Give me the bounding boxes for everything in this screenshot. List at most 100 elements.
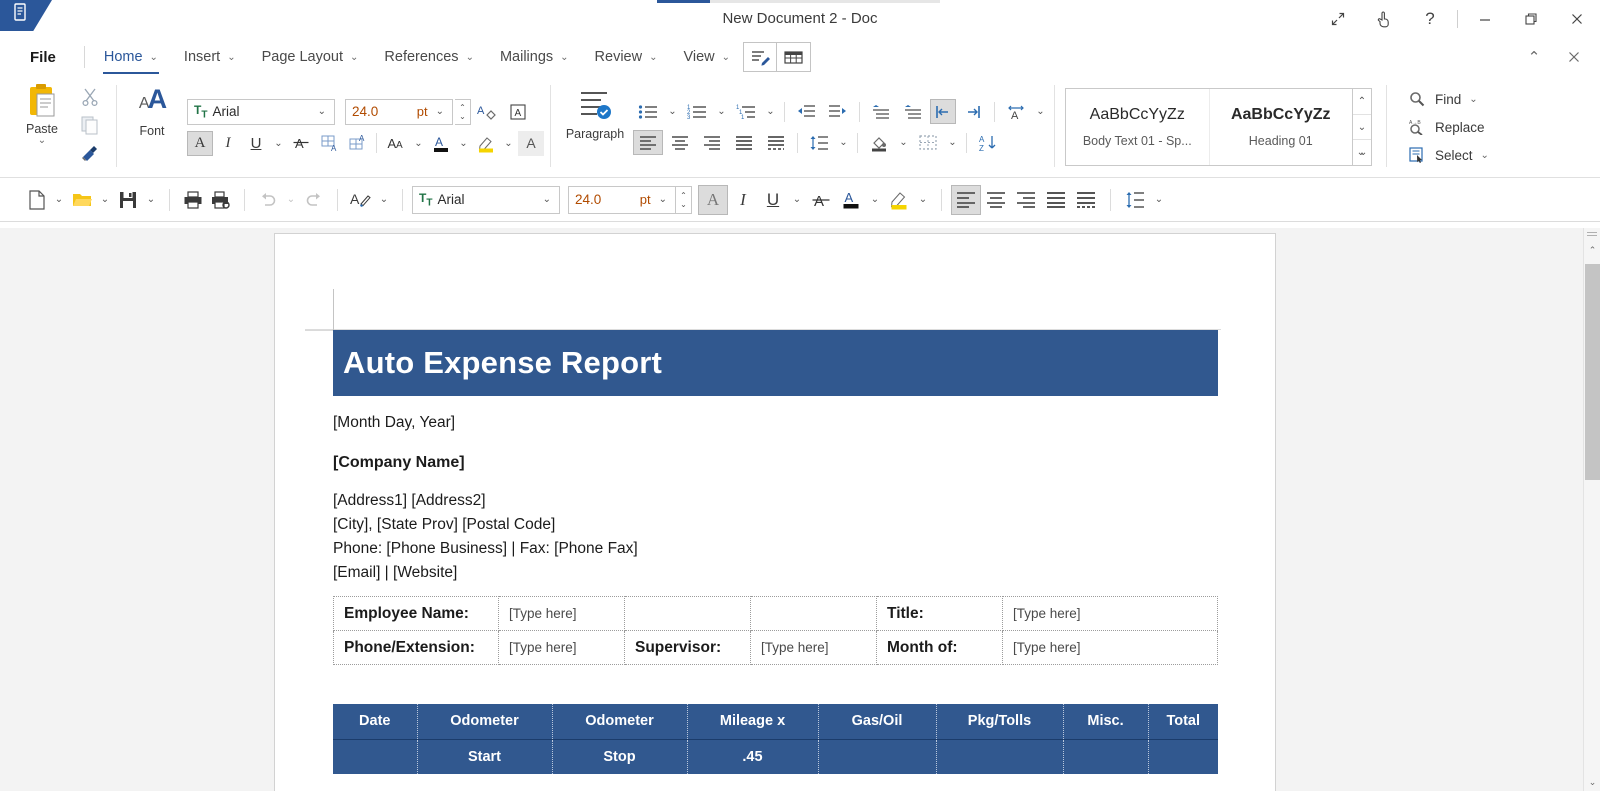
document-canvas[interactable]: Auto Expense Report [Month Day, Year] [C… bbox=[0, 228, 1600, 791]
redo-icon[interactable] bbox=[300, 186, 328, 214]
toolbar-highlight-icon[interactable] bbox=[884, 186, 914, 214]
scroll-up-arrow[interactable]: ⌃ bbox=[1584, 242, 1600, 259]
document-title-band[interactable]: Auto Expense Report bbox=[333, 330, 1218, 396]
table-row[interactable]: Employee Name: [Type here] Title: [Type … bbox=[333, 596, 1218, 631]
superscript-button[interactable]: A bbox=[344, 131, 370, 156]
chevron-down-icon[interactable]: ⌄ bbox=[432, 106, 448, 117]
tab-mailings[interactable]: Mailings ⌄ bbox=[487, 37, 582, 77]
styles-scroll-down-icon[interactable]: ⌄ bbox=[1353, 115, 1371, 141]
toolbar-align-right-button[interactable] bbox=[1011, 186, 1041, 214]
touch-mode-icon[interactable] bbox=[1361, 0, 1407, 37]
chevron-down-icon[interactable]: ⌄ bbox=[142, 186, 160, 214]
bullet-list-icon[interactable] bbox=[633, 99, 663, 124]
sort-icon[interactable]: AZ bbox=[973, 130, 1003, 155]
document-date-placeholder[interactable]: [Month Day, Year] bbox=[333, 414, 455, 432]
print-preview-icon[interactable] bbox=[207, 186, 235, 214]
undo-icon[interactable] bbox=[254, 186, 282, 214]
title-value[interactable]: [Type here] bbox=[1002, 596, 1218, 631]
font-size-combo[interactable]: 24.0 pt ⌄ bbox=[345, 98, 453, 125]
format-painter-toolbar-icon[interactable]: A bbox=[347, 186, 375, 214]
find-button[interactable]: Find ⌄ bbox=[1403, 87, 1493, 111]
toolbar-italic-button[interactable]: I bbox=[728, 186, 758, 214]
chevron-down-icon[interactable]: ⌄ bbox=[38, 136, 46, 146]
chevron-down-icon[interactable]: ⌄ bbox=[665, 99, 680, 124]
chevron-down-icon[interactable]: ⌄ bbox=[1469, 94, 1477, 105]
chevron-down-icon[interactable]: ⌄ bbox=[411, 131, 426, 156]
strikethrough-button[interactable]: A bbox=[288, 131, 314, 156]
italic-button[interactable]: I bbox=[215, 131, 241, 156]
chevron-down-icon[interactable]: ⌄ bbox=[271, 131, 286, 156]
chevron-down-icon[interactable]: ⌄ bbox=[1150, 186, 1168, 214]
tab-home[interactable]: Home ⌄ bbox=[91, 37, 171, 77]
empty-value-cell[interactable] bbox=[750, 596, 877, 631]
toolbar-strikethrough-button[interactable]: A bbox=[806, 186, 836, 214]
tab-references[interactable]: References ⌄ bbox=[371, 37, 487, 77]
align-right-button[interactable] bbox=[697, 130, 727, 155]
chevron-down-icon[interactable]: ⌄ bbox=[282, 186, 300, 214]
styles-scroll-up-icon[interactable]: ⌃ bbox=[1353, 89, 1371, 115]
copy-icon[interactable] bbox=[78, 113, 102, 137]
increase-indent-icon[interactable] bbox=[823, 99, 853, 124]
font-family-combo[interactable]: TT Arial ⌄ bbox=[187, 98, 335, 125]
expand-icon[interactable] bbox=[1315, 0, 1361, 37]
table-view-icon[interactable] bbox=[777, 42, 812, 72]
chevron-down-icon[interactable]: ⌄ bbox=[466, 52, 474, 63]
format-painter-icon[interactable] bbox=[78, 141, 102, 165]
chevron-down-icon[interactable]: ⌄ bbox=[945, 130, 960, 155]
font-group-button[interactable]: AA Font bbox=[123, 77, 181, 177]
font-color-icon[interactable]: A bbox=[428, 131, 454, 156]
styles-gallery-scroll[interactable]: ⌃ ⌄ ⌄ ⌄ bbox=[1353, 88, 1372, 166]
save-icon[interactable] bbox=[114, 186, 142, 214]
select-button[interactable]: Select ⌄ bbox=[1403, 143, 1493, 167]
chevron-down-icon[interactable]: ⌄ bbox=[50, 186, 68, 214]
table-row[interactable]: Phone/Extension: [Type here] Supervisor:… bbox=[333, 630, 1218, 665]
restore-icon[interactable] bbox=[1508, 0, 1554, 37]
replace-button[interactable]: A→B Replace bbox=[1403, 115, 1493, 139]
toolbar-justify-button[interactable] bbox=[1041, 186, 1071, 214]
chevron-down-icon[interactable]: ⌄ bbox=[560, 52, 568, 63]
chevron-down-icon[interactable]: ⌄ bbox=[649, 52, 657, 63]
styles-gallery[interactable]: AaBbCcYyZz Body Text 01 - Sp... AaBbCcYy… bbox=[1065, 88, 1353, 166]
chevron-down-icon[interactable]: ⌄ bbox=[1481, 150, 1489, 161]
numbered-list-icon[interactable]: 123 bbox=[682, 99, 712, 124]
toolbar-font-size-stepper[interactable]: ⌃ ⌄ bbox=[676, 185, 692, 214]
shading-icon[interactable] bbox=[864, 130, 894, 155]
tab-page-layout[interactable]: Page Layout ⌄ bbox=[249, 37, 372, 77]
style-item-body-text[interactable]: AaBbCcYyZz Body Text 01 - Sp... bbox=[1066, 89, 1210, 165]
subscript-button[interactable]: A bbox=[316, 131, 342, 156]
rtl-direction-icon[interactable] bbox=[958, 99, 988, 124]
paste-button[interactable]: Paste ⌄ bbox=[14, 77, 70, 177]
toolbar-underline-button[interactable]: U bbox=[758, 186, 788, 214]
align-left-button[interactable] bbox=[633, 130, 663, 155]
change-case-icon[interactable]: AA bbox=[383, 131, 409, 156]
tab-file[interactable]: File bbox=[8, 37, 78, 77]
close-icon[interactable] bbox=[1554, 0, 1600, 37]
document-page[interactable]: Auto Expense Report [Month Day, Year] [C… bbox=[274, 233, 1276, 791]
vertical-scrollbar[interactable]: ⌃ ⌄ bbox=[1583, 228, 1600, 791]
toolbar-font-family-combo[interactable]: TT Arial ⌄ bbox=[412, 185, 560, 214]
tab-view[interactable]: View ⌄ bbox=[670, 37, 743, 77]
toolbar-font-size-combo[interactable]: 24.0 pt ⌄ bbox=[568, 185, 676, 214]
chevron-down-icon[interactable]: ⌄ bbox=[788, 186, 806, 214]
chevron-down-icon[interactable]: ⌄ bbox=[914, 186, 932, 214]
document-company-placeholder[interactable]: [Company Name] bbox=[333, 454, 465, 472]
chevron-down-icon[interactable]: ⌄ bbox=[836, 130, 851, 155]
cut-icon[interactable] bbox=[78, 85, 102, 109]
supervisor-value[interactable]: [Type here] bbox=[750, 630, 877, 665]
toolbar-align-center-button[interactable] bbox=[981, 186, 1011, 214]
font-size-stepper[interactable]: ⌃ ⌄ bbox=[455, 98, 471, 125]
edit-mode-icon[interactable] bbox=[743, 42, 778, 72]
chevron-down-icon[interactable]: ⌄ bbox=[150, 52, 158, 63]
text-direction-icon[interactable]: A bbox=[1001, 99, 1031, 124]
new-document-icon[interactable] bbox=[22, 186, 50, 214]
borders-icon[interactable] bbox=[913, 130, 943, 155]
chevron-down-icon[interactable]: ⌄ bbox=[96, 186, 114, 214]
minimize-icon[interactable] bbox=[1462, 0, 1508, 37]
chevron-down-icon[interactable]: ⌄ bbox=[763, 99, 778, 124]
chevron-down-icon[interactable]: ⌄ bbox=[722, 52, 730, 63]
collapse-ribbon-icon[interactable]: ⌃ bbox=[1514, 40, 1554, 74]
clear-formatting-icon[interactable]: A bbox=[473, 99, 503, 124]
split-view-handle[interactable] bbox=[1587, 232, 1597, 233]
toolbar-bold-button[interactable]: A bbox=[698, 184, 728, 215]
chevron-down-icon[interactable]: ⌄ bbox=[655, 194, 671, 205]
